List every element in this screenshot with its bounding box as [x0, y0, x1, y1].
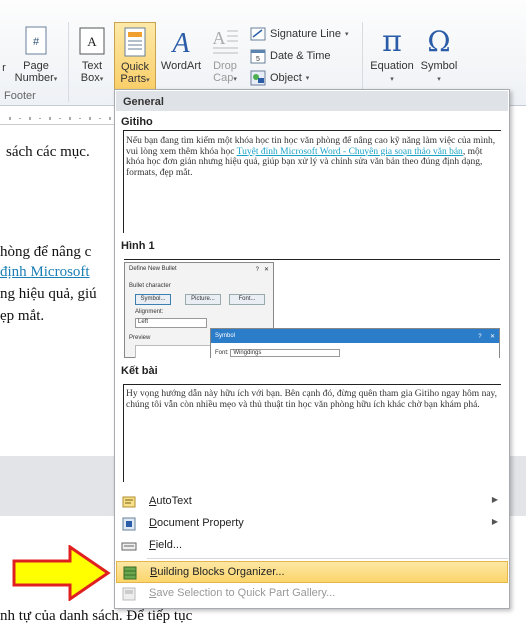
footer-group-label: Footer: [4, 90, 36, 102]
gallery-item-hinh1[interactable]: Define New Bullet? ✕ Bullet character Sy…: [124, 262, 500, 358]
text-box-button[interactable]: A Text Box▾: [72, 26, 112, 86]
quick-parts-label-2: Parts: [120, 73, 147, 85]
signature-line-label: Signature Line: [270, 28, 341, 40]
object-label: Object: [270, 72, 302, 84]
chevron-down-icon: ▾: [437, 76, 441, 83]
chevron-down-icon: ▾: [233, 76, 237, 83]
menu-item-field[interactable]: Field...: [116, 535, 508, 557]
chevron-down-icon: ▾: [390, 76, 394, 83]
document-text-line: hòng để nâng c: [0, 244, 92, 260]
chevron-down-icon: ▾: [53, 76, 58, 83]
svg-text:5: 5: [256, 56, 260, 63]
svg-text:Ω: Ω: [427, 26, 450, 56]
equation-button[interactable]: π Equation ▾: [364, 26, 420, 86]
object-icon: [250, 70, 266, 86]
omega-icon: Ω: [427, 26, 450, 56]
page-number-label-2: Number: [14, 72, 54, 84]
group-divider: [68, 22, 69, 102]
chevron-down-icon: ▾: [146, 77, 150, 84]
svg-text:#: #: [33, 36, 40, 48]
gallery-category-header: General: [116, 91, 508, 111]
field-icon: [121, 542, 137, 551]
autotext-icon: [122, 496, 136, 508]
svg-text:π: π: [382, 26, 402, 56]
wordart-button[interactable]: A WordArt: [156, 26, 206, 72]
document-text-line: ng hiệu quả, giú: [0, 286, 97, 302]
quick-parts-button[interactable]: Quick Parts▾: [114, 22, 156, 90]
submenu-arrow-icon: ▶: [491, 495, 498, 504]
svg-text:A: A: [87, 34, 97, 49]
gallery-item-divider: [124, 259, 500, 260]
date-time-label: Date & Time: [270, 50, 331, 62]
symbol-dialog-thumb: Symbol? ✕ Font: Wingdings: [210, 328, 500, 358]
menu-item-save-selection[interactable]: Save Selection to Quick Part Gallery...: [116, 583, 508, 605]
object-button[interactable]: Object ▾: [250, 69, 309, 87]
document-property-icon: [122, 517, 136, 531]
chevron-down-icon: ▾: [305, 75, 310, 82]
drop-cap-icon: A: [213, 28, 238, 54]
menu-item-building-blocks-organizer[interactable]: Building Blocks Organizer...: [116, 561, 508, 583]
text-box-label-1: Text: [81, 60, 103, 72]
menu-item-document-property[interactable]: Document Property ▶: [116, 513, 508, 535]
chevron-down-icon: ▾: [99, 76, 104, 83]
document-text-line: ẹp mắt.: [0, 308, 45, 324]
wordart-label: WordArt: [160, 60, 202, 72]
yellow-arrow-annotation: [12, 545, 111, 601]
building-blocks-icon: [123, 566, 137, 580]
wordart-icon: A: [170, 28, 190, 56]
page-number-label-1: Page: [23, 60, 49, 72]
document-text-line: nh tự của danh sách. Để tiếp tục: [0, 608, 193, 624]
save-selection-icon: [122, 587, 136, 601]
menu-separator: [147, 558, 508, 559]
gallery-item-title: Hình 1: [121, 240, 155, 252]
menu-item-autotext[interactable]: AutoText ▶: [116, 491, 508, 513]
drop-cap-label-2: Cap: [213, 72, 234, 84]
text-box-label-2: Box: [80, 72, 100, 84]
symbol-label: Symbol: [420, 60, 458, 72]
header-button-partial[interactable]: r: [0, 62, 8, 74]
drop-cap-button[interactable]: A Drop Cap▾: [206, 26, 244, 86]
horizontal-ruler[interactable]: [0, 111, 116, 125]
page-number-button[interactable]: # Page Number▾: [8, 26, 64, 86]
date-time-button[interactable]: 5 Date & Time: [250, 47, 331, 65]
svg-text:A: A: [213, 28, 226, 48]
equation-label: Equation: [370, 60, 414, 72]
ruler-ticks: [9, 117, 111, 120]
quick-parts-icon: [124, 27, 146, 57]
pi-icon: π: [382, 26, 402, 56]
calendar-icon: 5: [250, 49, 266, 64]
text-box-icon: A: [79, 27, 105, 55]
signature-pen-icon: [250, 27, 266, 41]
gallery-item-preview-text: Nếu bạn đang tìm kiếm một khóa học tin h…: [126, 136, 496, 178]
chevron-down-icon: ▾: [344, 31, 349, 38]
submenu-arrow-icon: ▶: [491, 517, 498, 526]
gallery-item-preview-text: Hy vọng hướng dẫn này hữu ích với bạn. B…: [126, 389, 498, 410]
quick-parts-gallery: Gitiho Nếu bạn đang tìm kiếm một khóa họ…: [116, 112, 508, 492]
signature-line-button[interactable]: Signature Line ▾: [250, 25, 348, 43]
page-number-icon: #: [25, 26, 47, 55]
header-button-label: r: [2, 62, 6, 74]
quick-parts-dropdown: General Gitiho Nếu bạn đang tìm kiếm một…: [114, 89, 510, 609]
svg-text:A: A: [170, 28, 190, 56]
document-link-line[interactable]: định Microsoft: [0, 264, 90, 281]
drop-cap-label-1: Drop: [213, 60, 237, 72]
gallery-item-title: Gitiho: [121, 116, 153, 128]
gallery-item-title: Kết bài: [121, 365, 158, 377]
document-text-line: sách các mục.: [6, 144, 90, 160]
symbol-button[interactable]: Ω Symbol ▾: [418, 26, 460, 86]
quick-parts-label-1: Quick: [120, 61, 150, 73]
